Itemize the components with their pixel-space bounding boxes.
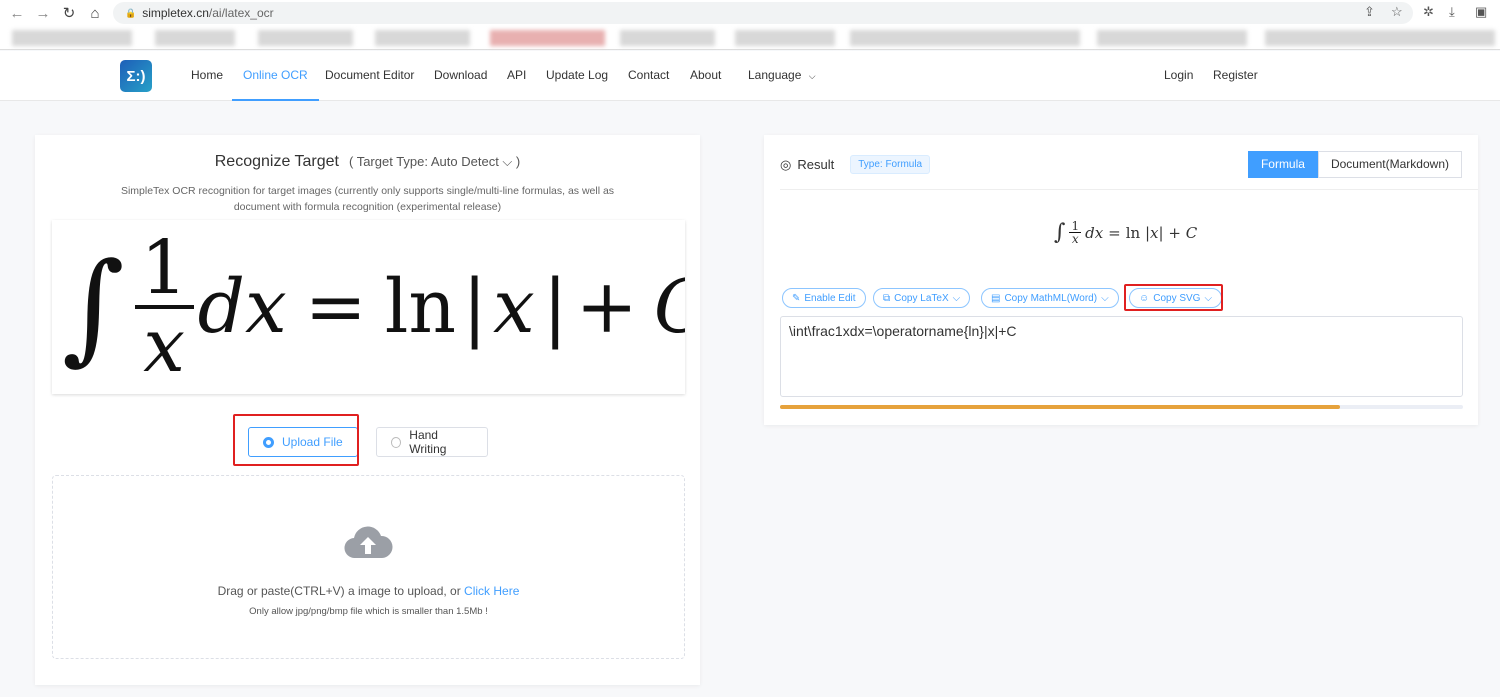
result-panel: ◎ Result Type: Formula Formula Document(Mar…: [764, 135, 1478, 425]
nav-document-editor[interactable]: Document Editor: [325, 51, 414, 101]
star-icon[interactable]: ☆: [1391, 4, 1403, 20]
type-tag: Type: Formula: [850, 155, 931, 174]
back-icon[interactable]: ←: [4, 5, 30, 22]
result-mode-tabs: Formula Document(Markdown): [1247, 151, 1462, 178]
formula-image-preview: ∫1xdx=ln|x|+C: [52, 220, 685, 394]
file-limit-note: Only allow jpg/png/bmp file which is sma…: [249, 606, 488, 617]
drop-text: Drag or paste(CTRL+V) a image to upload,…: [217, 584, 465, 598]
chevron-down-icon: ⌵: [808, 71, 816, 81]
cloud-upload-icon: [344, 526, 393, 559]
rendered-formula: ∫ 1 x dx = ln | x | + C: [1054, 219, 1198, 246]
nav-about[interactable]: About: [690, 51, 721, 101]
highlight-box: [233, 414, 359, 466]
share-icon[interactable]: ⇪: [1364, 4, 1375, 20]
lock-icon: 🔒: [125, 7, 137, 18]
nav-contact[interactable]: Contact: [628, 51, 669, 101]
check-circle-icon: ◎: [780, 156, 792, 172]
tab-document-markdown[interactable]: Document(Markdown): [1317, 151, 1462, 178]
latex-textarea[interactable]: \int\frac1xdx=\operatorname{ln}|x|+C: [780, 316, 1463, 397]
enable-edit-label: Enable Edit: [804, 292, 856, 304]
language-label: Language: [748, 68, 802, 82]
progress-fill: [780, 405, 1341, 409]
sidepanel-icon[interactable]: ▣: [1475, 4, 1487, 20]
recognize-panel: Recognize Target ( Target Type: Auto Dete…: [35, 135, 700, 685]
simpletex-logo[interactable]: Σ:): [120, 60, 152, 92]
nav-download[interactable]: Download: [434, 51, 487, 101]
hand-writing-label: Hand Writing: [409, 428, 447, 456]
highlight-box: [1124, 284, 1223, 311]
home-icon[interactable]: ⌂: [82, 5, 108, 22]
site-navbar: Σ:) Home Online OCR Document Editor Down…: [0, 51, 1500, 101]
chevron-down-icon: ⌵: [1101, 292, 1109, 304]
bookmarks-bar: [0, 26, 1500, 50]
nav-update-log[interactable]: Update Log: [546, 51, 608, 101]
result-label: Result: [797, 157, 835, 172]
address-bar[interactable]: 🔒 simpletex.cn/ai/latex_ocr: [113, 2, 1413, 24]
nav-home[interactable]: Home: [191, 51, 223, 101]
upload-dropzone[interactable]: Drag or paste(CTRL+V) a image to upload,…: [52, 475, 685, 659]
browser-toolbar: ← → ↻ ⌂ 🔒 simpletex.cn/ai/latex_ocr ⇪ ☆ ✲…: [0, 0, 1500, 26]
chevron-down-icon: ⌵: [952, 292, 961, 304]
progress-bar: [780, 405, 1463, 409]
extensions-icon[interactable]: ✲: [1423, 4, 1434, 20]
copy-mathml-label: Copy MathML(Word): [1004, 292, 1098, 304]
forward-icon[interactable]: →: [30, 5, 56, 22]
url-path: /ai/latex_ocr: [208, 6, 274, 20]
copy-mathml-button[interactable]: ▤ Copy MathML(Word) ⌵: [981, 288, 1119, 308]
radio-icon: [391, 436, 402, 448]
edit-icon: ✎: [792, 292, 801, 304]
target-type-dropdown[interactable]: ( Target Type: Auto Detect ⌵ ): [349, 154, 520, 169]
nav-online-ocr[interactable]: Online OCR: [232, 51, 319, 101]
copy-latex-button[interactable]: ⧉ Copy LaTeX ⌵: [873, 288, 971, 308]
login-link[interactable]: Login: [1164, 51, 1193, 101]
register-link[interactable]: Register: [1213, 51, 1258, 101]
copy-icon: ⧉: [883, 292, 891, 304]
hand-writing-radio[interactable]: Hand Writing: [376, 427, 488, 457]
document-icon: ▤: [991, 292, 1001, 304]
nav-api[interactable]: API: [507, 51, 526, 101]
tab-formula[interactable]: Formula: [1247, 151, 1318, 178]
click-here-link[interactable]: Click Here: [464, 584, 519, 598]
language-dropdown[interactable]: Language ⌵: [748, 51, 816, 101]
reload-icon[interactable]: ↻: [56, 4, 82, 22]
panel-title: Recognize Target: [214, 153, 339, 170]
download-icon[interactable]: ⤓: [1449, 4, 1455, 20]
description: SimpleTex OCR recognition for target ima…: [120, 185, 615, 213]
enable-edit-button[interactable]: ✎ Enable Edit: [782, 288, 866, 308]
copy-latex-label: Copy LaTeX: [894, 292, 949, 304]
url-host: simpletex.cn: [142, 6, 209, 20]
divider: [780, 189, 1478, 190]
